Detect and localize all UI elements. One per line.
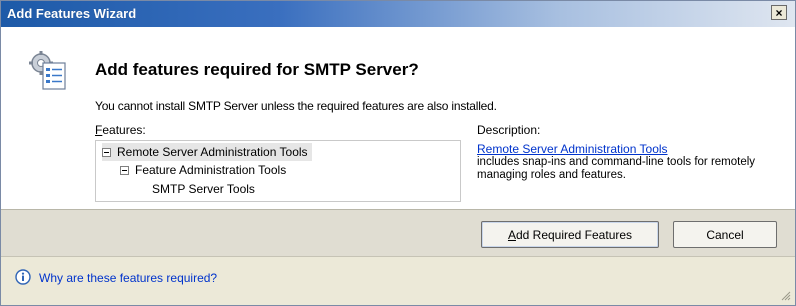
tree-item-feature-admin-tools[interactable]: Feature Administration Tools — [120, 161, 286, 179]
tree-item-label: Remote Server Administration Tools — [117, 145, 308, 159]
collapse-icon[interactable] — [120, 165, 129, 175]
add-button-label-rest: dd Required Features — [515, 227, 633, 242]
window-title: Add Features Wizard — [7, 6, 137, 21]
tree-item-smtp-server-tools[interactable]: SMTP Server Tools — [152, 180, 255, 198]
close-icon: × — [775, 5, 783, 20]
resize-grip-icon[interactable] — [779, 289, 791, 301]
tree-item-label: Feature Administration Tools — [135, 163, 287, 177]
add-button-mnemonic: A — [507, 227, 516, 242]
tree-item-label: SMTP Server Tools — [152, 182, 255, 196]
instruction-text: You cannot install SMTP Server unless th… — [95, 99, 497, 113]
title-bar[interactable]: Add Features Wizard × — [1, 1, 795, 27]
why-required-link[interactable]: Why are these features required? — [39, 271, 217, 285]
description-text: includes snap-ins and command-line tools… — [477, 156, 756, 181]
close-button[interactable]: × — [771, 5, 787, 20]
collapse-icon[interactable] — [102, 147, 111, 157]
cancel-button[interactable]: Cancel — [673, 221, 777, 248]
add-required-features-button[interactable]: Add Required Features — [481, 221, 659, 248]
content-panel: Add features required for SMTP Server? Y… — [1, 27, 795, 209]
page-heading: Add features required for SMTP Server? — [95, 60, 419, 79]
features-tree[interactable]: Remote Server Administration Tools Featu… — [95, 140, 461, 202]
wizard-gear-document-icon — [29, 51, 66, 90]
tree-item-remote-server-admin-tools[interactable]: Remote Server Administration Tools — [102, 143, 312, 161]
footer-bar: Why are these features required? — [1, 257, 795, 305]
description-link[interactable]: Remote Server Administration Tools — [477, 142, 668, 156]
info-icon — [15, 269, 31, 285]
features-label: Features: — [95, 123, 146, 137]
button-bar: Add Required Features Cancel — [1, 210, 795, 256]
add-features-wizard-window: Add Features Wizard × Add features requi… — [0, 0, 796, 306]
features-label-rest: eatures: — [102, 123, 146, 137]
description-label: Description: — [477, 123, 541, 137]
